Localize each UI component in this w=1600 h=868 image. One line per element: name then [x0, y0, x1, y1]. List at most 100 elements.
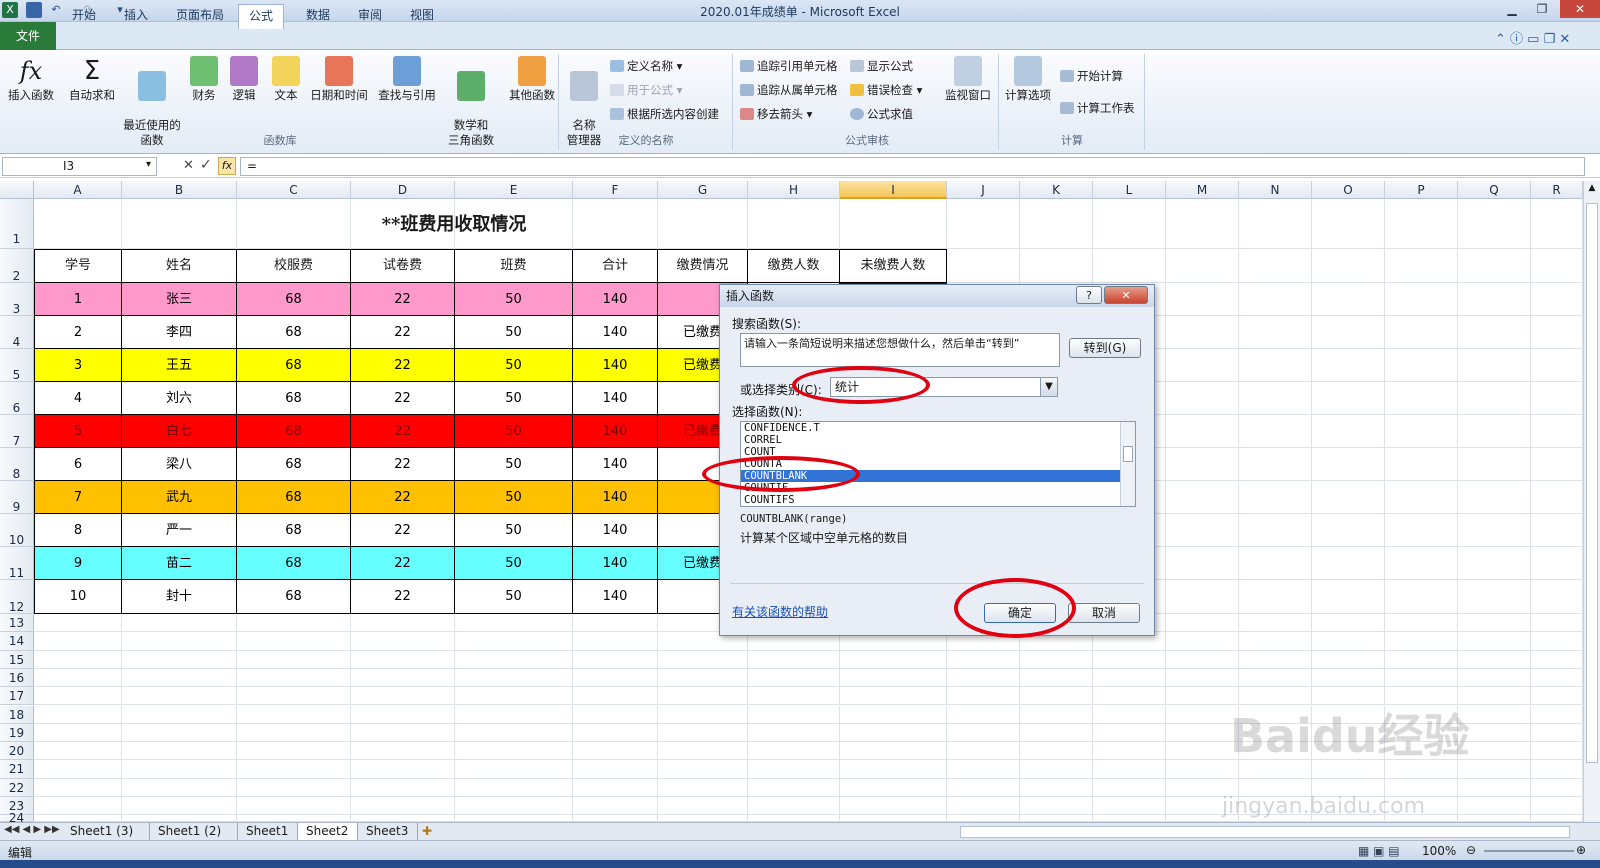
grid-cell[interactable] — [1166, 249, 1239, 283]
grid-cell[interactable] — [947, 650, 1020, 669]
grid-cell[interactable] — [1312, 316, 1385, 349]
grid-cell[interactable] — [455, 632, 573, 651]
row-header-4[interactable]: 4 — [0, 316, 34, 349]
grid-cell[interactable] — [1239, 199, 1312, 249]
sheet-tab[interactable]: Sheet3 — [358, 823, 418, 840]
row-header-21[interactable]: 21 — [0, 760, 34, 779]
grid-cell[interactable] — [1458, 382, 1531, 415]
grid-cell[interactable] — [351, 650, 455, 669]
grid-cell[interactable] — [1020, 650, 1093, 669]
grid-cell[interactable] — [573, 632, 658, 651]
row-header-10[interactable]: 10 — [0, 514, 34, 547]
table-header-cell[interactable]: 缴费情况 — [658, 249, 748, 283]
scroll-thumb[interactable] — [1123, 446, 1133, 462]
grid-cell[interactable] — [1531, 199, 1583, 249]
row-header-12[interactable]: 12 — [0, 580, 34, 614]
grid-cell[interactable] — [1458, 650, 1531, 669]
grid-cell[interactable] — [748, 742, 840, 761]
row-header-9[interactable]: 9 — [0, 481, 34, 514]
zoom-in-icon[interactable]: ⊕ — [1576, 843, 1586, 857]
grid-cell[interactable] — [573, 650, 658, 669]
grid-cell[interactable] — [1458, 349, 1531, 382]
grid-cell[interactable] — [1531, 382, 1583, 415]
horizontal-scrollbar[interactable] — [960, 826, 1570, 838]
grid-cell[interactable] — [1531, 668, 1583, 688]
column-header-q[interactable]: Q — [1458, 181, 1531, 199]
grid-cell[interactable] — [1020, 723, 1093, 743]
calc-options-button[interactable]: 计算选项 — [1002, 56, 1054, 103]
table-cell[interactable]: 68 — [237, 316, 351, 349]
table-cell[interactable]: 140 — [573, 283, 658, 316]
grid-cell[interactable] — [122, 668, 237, 688]
grid-cell[interactable] — [351, 687, 455, 706]
cancel-button[interactable]: 取消 — [1068, 603, 1140, 623]
table-cell[interactable]: 4 — [34, 382, 122, 415]
grid-cell[interactable] — [1385, 316, 1458, 349]
function-list-scrollbar[interactable] — [1120, 422, 1135, 506]
column-header-n[interactable]: N — [1239, 181, 1312, 199]
grid-cell[interactable] — [1458, 283, 1531, 316]
table-cell[interactable]: 140 — [573, 349, 658, 382]
enter-icon[interactable]: ✓ — [200, 157, 212, 173]
table-cell[interactable]: 68 — [237, 283, 351, 316]
table-cell[interactable]: 68 — [237, 547, 351, 580]
grid-cell[interactable] — [455, 650, 573, 669]
grid-cell[interactable] — [947, 778, 1020, 797]
grid-cell[interactable] — [1020, 705, 1093, 724]
grid-cell[interactable] — [1020, 742, 1093, 761]
grid-cell[interactable] — [351, 797, 455, 816]
grid-cell[interactable] — [1458, 797, 1531, 816]
grid-cell[interactable] — [658, 760, 748, 779]
grid-cell[interactable] — [1093, 778, 1166, 797]
grid-cell[interactable] — [455, 668, 573, 688]
grid-cell[interactable] — [1458, 632, 1531, 651]
grid-cell[interactable] — [1166, 514, 1239, 547]
row-header-5[interactable]: 5 — [0, 349, 34, 382]
column-header-e[interactable]: E — [455, 181, 573, 199]
grid-cell[interactable] — [122, 650, 237, 669]
zoom-out-icon[interactable]: ⊖ — [1466, 843, 1476, 857]
grid-cell[interactable] — [455, 687, 573, 706]
formula-input[interactable]: = — [240, 157, 1585, 176]
grid-cell[interactable] — [122, 632, 237, 651]
grid-cell[interactable] — [1093, 199, 1166, 249]
grid-cell[interactable] — [1239, 283, 1312, 316]
table-cell[interactable]: 68 — [237, 481, 351, 514]
grid-cell[interactable] — [1093, 760, 1166, 779]
grid-cell[interactable] — [351, 705, 455, 724]
calculate-now-button[interactable]: 开始计算 — [1060, 68, 1123, 84]
grid-cell[interactable] — [1531, 547, 1583, 580]
grid-cell[interactable] — [237, 778, 351, 797]
grid-cell[interactable] — [1020, 249, 1093, 283]
grid-cell[interactable] — [573, 668, 658, 688]
grid-cell[interactable] — [1166, 650, 1239, 669]
grid-cell[interactable] — [1458, 580, 1531, 614]
lookup-button[interactable]: 查找与引用 — [374, 56, 440, 103]
grid-cell[interactable] — [34, 723, 122, 743]
grid-cell[interactable] — [1166, 580, 1239, 614]
grid-cell[interactable] — [947, 815, 1020, 822]
column-header-o[interactable]: O — [1312, 181, 1385, 199]
grid-cell[interactable] — [1531, 778, 1583, 797]
grid-cell[interactable] — [237, 650, 351, 669]
grid-cell[interactable] — [34, 687, 122, 706]
table-cell[interactable]: 68 — [237, 514, 351, 547]
column-header-r[interactable]: R — [1531, 181, 1583, 199]
category-dropdown-icon[interactable]: ▼ — [1040, 378, 1057, 396]
grid-cell[interactable] — [1531, 723, 1583, 743]
row-header-18[interactable]: 18 — [0, 705, 34, 724]
grid-cell[interactable] — [1239, 415, 1312, 448]
grid-cell[interactable] — [1385, 668, 1458, 688]
grid-cell[interactable] — [1385, 632, 1458, 651]
grid-cell[interactable] — [351, 778, 455, 797]
grid-cell[interactable] — [1312, 580, 1385, 614]
grid-cell[interactable] — [1385, 349, 1458, 382]
table-cell[interactable]: 张三 — [122, 283, 237, 316]
grid-cell[interactable] — [122, 687, 237, 706]
table-header-cell[interactable]: 缴费人数 — [748, 249, 840, 283]
table-cell[interactable]: 梁八 — [122, 448, 237, 481]
grid-cell[interactable] — [351, 723, 455, 743]
row-header-19[interactable]: 19 — [0, 723, 34, 743]
define-name-button[interactable]: 定义名称 ▾ — [610, 58, 682, 74]
table-header-cell[interactable]: 未缴费人数 — [840, 249, 947, 283]
